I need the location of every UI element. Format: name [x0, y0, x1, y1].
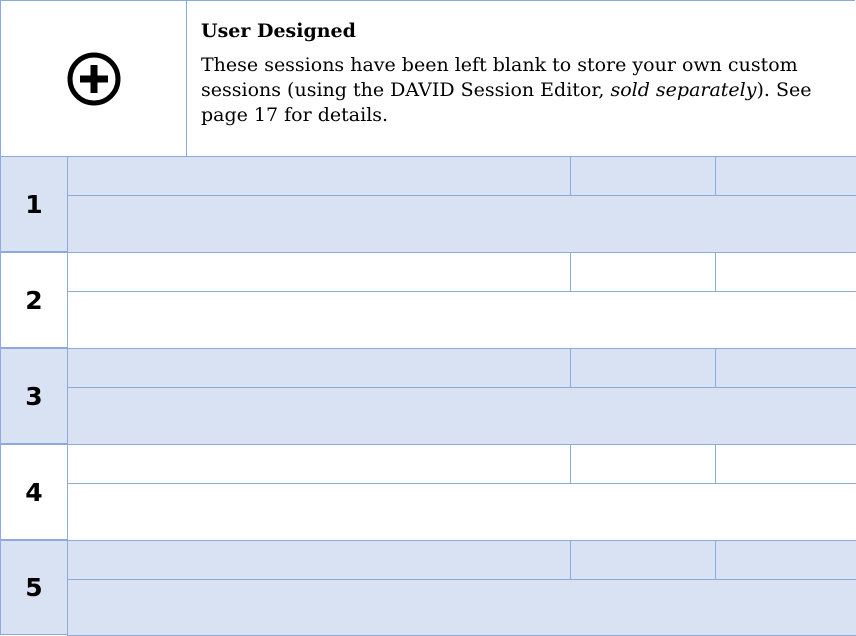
session-row-5: 5: [0, 540, 856, 636]
header-text: User Designed These sessions have been l…: [201, 19, 841, 128]
session-number: 1: [0, 156, 67, 252]
session-cell-3: [715, 444, 856, 484]
session-cell-3: [715, 252, 856, 292]
session-cell-2: [570, 252, 716, 292]
section-title: User Designed: [201, 20, 356, 42]
session-number: 5: [0, 540, 67, 635]
session-name-cell: [67, 156, 571, 196]
session-cell-2: [570, 348, 716, 388]
section-description: These sessions have been left blank to s…: [201, 53, 841, 128]
session-name-cell: [67, 540, 571, 580]
session-number: 2: [0, 252, 67, 348]
session-detail-cell: [67, 195, 856, 253]
section-header: User Designed These sessions have been l…: [0, 0, 855, 156]
session-cell-3: [715, 156, 856, 196]
icon-cell: [1, 1, 187, 156]
session-name-cell: [67, 348, 571, 388]
session-row-4: 4: [0, 444, 856, 541]
session-cell-2: [570, 540, 716, 580]
session-cell-2: [570, 444, 716, 484]
session-detail-cell: [67, 387, 856, 445]
page: User Designed These sessions have been l…: [0, 0, 856, 636]
session-detail-cell: [67, 483, 856, 541]
session-cell-3: [715, 540, 856, 580]
session-name-cell: [67, 444, 571, 484]
session-cell-3: [715, 348, 856, 388]
session-table: 1 2 3 4 5: [0, 156, 856, 636]
session-number: 3: [0, 348, 67, 444]
session-row-1: 1: [0, 156, 856, 253]
description-italic: sold separately: [610, 79, 757, 101]
session-number: 4: [0, 444, 67, 540]
session-row-2: 2: [0, 252, 856, 349]
session-name-cell: [67, 252, 571, 292]
session-row-3: 3: [0, 348, 856, 445]
session-detail-cell: [67, 579, 856, 636]
session-cell-2: [570, 156, 716, 196]
session-detail-cell: [67, 291, 856, 349]
plus-circle-icon: [67, 52, 120, 105]
